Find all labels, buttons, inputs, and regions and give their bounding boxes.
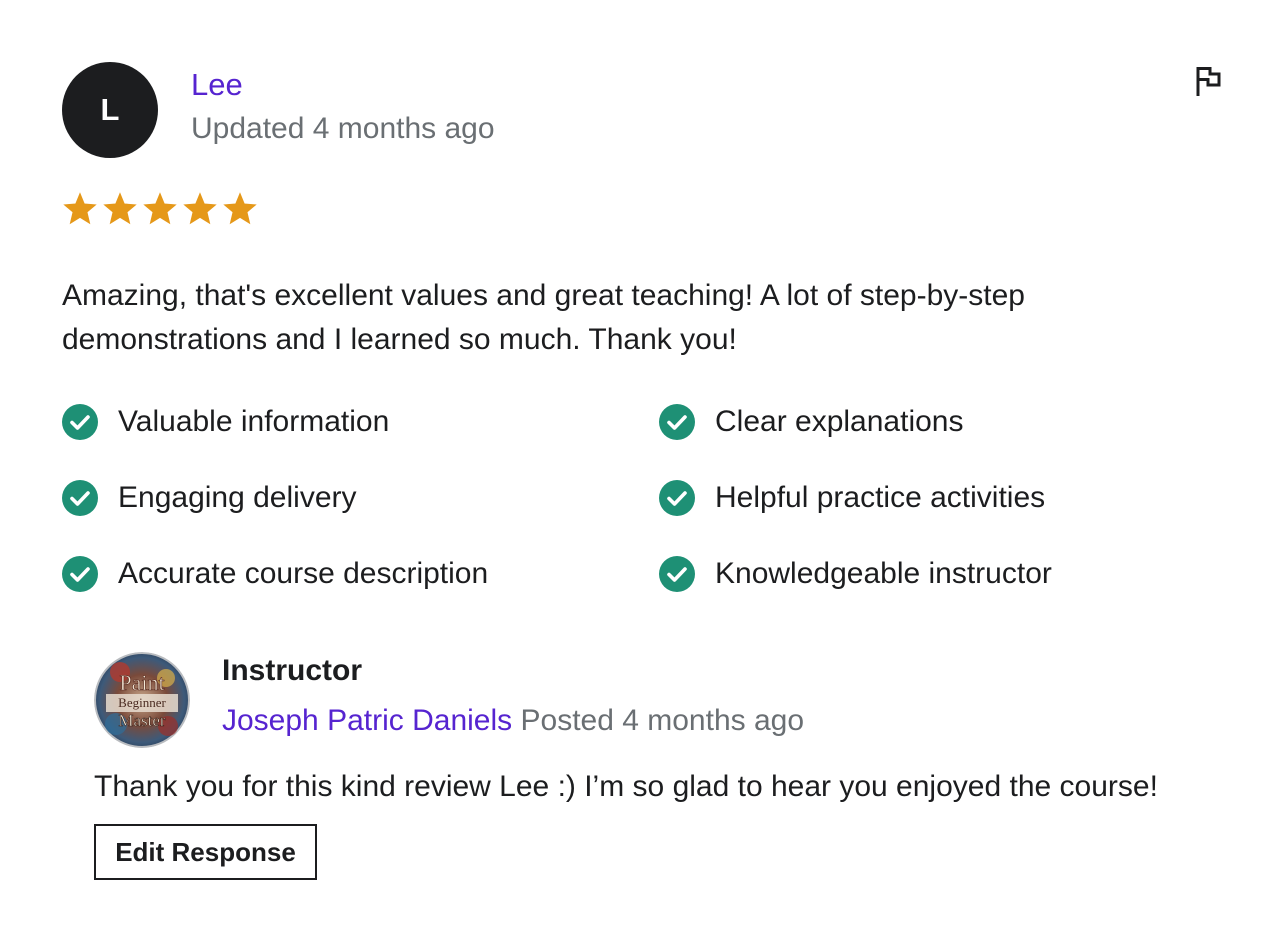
tag-label: Knowledgeable instructor	[715, 557, 1052, 590]
reviewer-name[interactable]: Lee	[191, 66, 243, 104]
avatar-logo-text: Paint	[119, 670, 164, 695]
tag-helpful-practice-activities: Helpful practice activities	[659, 480, 1219, 516]
avatar-logo-text: Beginner	[118, 695, 166, 710]
check-circle-icon	[62, 404, 98, 440]
tag-clear-explanations: Clear explanations	[659, 404, 1219, 440]
instructor-meta: Joseph Patric Daniels Posted 4 months ag…	[222, 702, 804, 740]
tag-label: Helpful practice activities	[715, 481, 1046, 514]
check-circle-icon	[659, 404, 695, 440]
instructor-name-link[interactable]: Joseph Patric Daniels	[222, 704, 512, 737]
instructor-avatar[interactable]: Paint Beginner Master	[94, 652, 190, 748]
review-card: L Lee Updated 4 months ago Amazing, that…	[0, 0, 1284, 942]
edit-response-button[interactable]: Edit Response	[94, 824, 317, 880]
star-icon	[63, 192, 97, 225]
check-circle-icon	[62, 480, 98, 516]
reviewer-avatar: L	[62, 62, 158, 158]
star-icon	[223, 192, 257, 225]
flag-icon	[1196, 67, 1221, 96]
check-circle-icon	[62, 556, 98, 592]
review-text: Amazing, that's excellent values and gre…	[62, 279, 1025, 356]
tag-engaging-delivery: Engaging delivery	[62, 480, 659, 516]
check-circle-icon	[659, 556, 695, 592]
instructor-role-label: Instructor	[222, 654, 363, 687]
report-button[interactable]	[1188, 60, 1230, 102]
tag-valuable-information: Valuable information	[62, 404, 659, 440]
check-circle-icon	[659, 480, 695, 516]
tag-label: Engaging delivery	[118, 481, 357, 514]
star-icon	[143, 192, 177, 225]
response-date: Posted 4 months ago	[520, 704, 805, 737]
avatar-initial: L	[100, 92, 120, 127]
star-icon	[183, 192, 217, 225]
tag-label: Valuable information	[118, 405, 390, 438]
star-rating	[62, 190, 258, 228]
avatar-logo-text: Master	[118, 711, 166, 730]
tag-accurate-course-description: Accurate course description	[62, 556, 659, 592]
instructor-avatar-logo: Paint Beginner Master	[94, 652, 190, 748]
tag-label: Clear explanations	[715, 405, 964, 438]
response-text: Thank you for this kind review Lee :) I’…	[94, 770, 1158, 803]
review-date: Updated 4 months ago	[191, 112, 495, 145]
star-icon	[103, 192, 137, 225]
tag-knowledgeable-instructor: Knowledgeable instructor	[659, 556, 1219, 592]
tag-label: Accurate course description	[118, 557, 489, 590]
review-tags: Valuable information Clear explanations …	[62, 404, 1222, 592]
